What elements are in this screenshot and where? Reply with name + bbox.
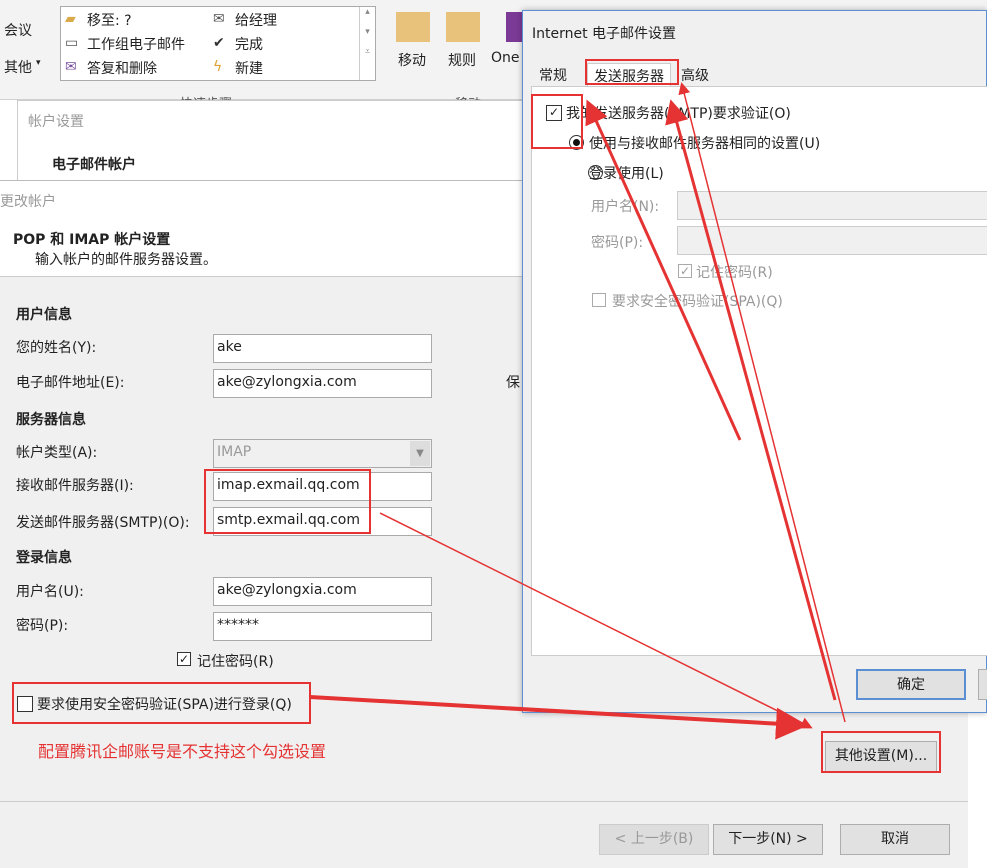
arrow <box>665 99 837 701</box>
highlight-more-settings <box>821 731 941 773</box>
arrow <box>379 512 813 729</box>
arrow <box>678 82 846 723</box>
annotation-overlay <box>12 59 941 773</box>
highlight-servers <box>204 469 371 534</box>
arrow <box>309 695 808 740</box>
highlight-smtp-auth <box>531 94 583 149</box>
highlight-outgoing-tab <box>585 59 679 85</box>
highlight-spa <box>12 682 311 724</box>
